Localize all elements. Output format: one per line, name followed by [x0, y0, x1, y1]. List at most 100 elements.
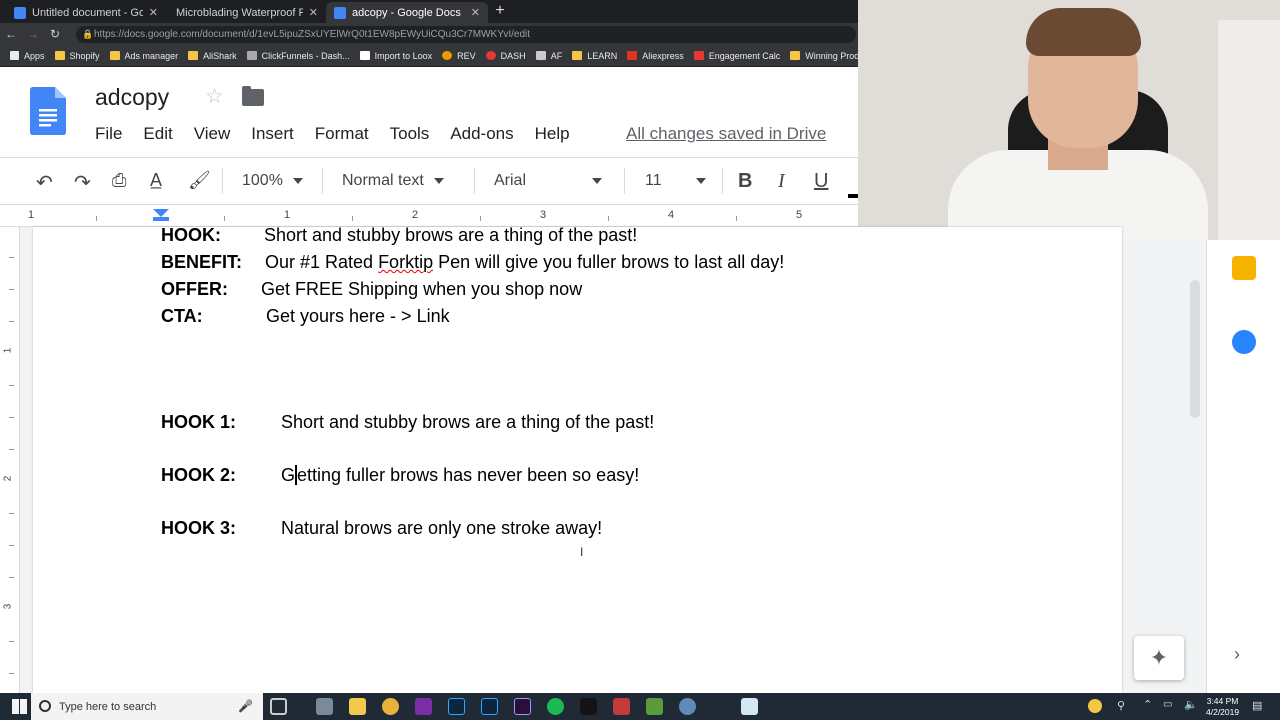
bookmark-shopify[interactable]: Shopify	[54, 51, 100, 61]
ruler-number: 3	[540, 209, 547, 221]
bookmark-ads-manager[interactable]: Ads manager	[109, 51, 178, 61]
tab-adcopy[interactable]: adcopy - Google Docs ✕	[326, 2, 488, 23]
netflix-icon[interactable]	[580, 698, 597, 715]
text-color-icon[interactable]	[848, 194, 858, 198]
paint-format-icon[interactable]: 🖌	[188, 170, 211, 191]
bold-button[interactable]: B	[738, 170, 752, 193]
app-icon[interactable]	[316, 698, 333, 715]
ruler-tick	[736, 216, 737, 221]
onenote-icon[interactable]	[415, 698, 432, 715]
document-title[interactable]: adcopy	[95, 84, 169, 111]
line-text: Short and stubby brows are a thing of th…	[264, 225, 638, 245]
tab-microblading[interactable]: Microblading Waterproof Pen - ✕	[168, 2, 326, 23]
close-icon[interactable]: ✕	[149, 6, 158, 19]
webcam-overlay	[858, 0, 1280, 240]
zoom-select[interactable]: 100%	[242, 172, 303, 190]
bookmark-dash[interactable]: DASH	[485, 51, 526, 61]
explore-star-icon: ✦	[1149, 645, 1169, 670]
tasks-check-icon[interactable]	[1232, 330, 1256, 354]
misspelled-word[interactable]: Forktip	[378, 252, 433, 272]
bookmark-aliexpress[interactable]: Aliexpress	[627, 51, 684, 61]
menu-tools[interactable]: Tools	[390, 124, 430, 144]
star-icon[interactable]: ☆	[205, 84, 224, 109]
bookmark-learn[interactable]: LEARN	[572, 51, 617, 61]
doc-line-hook-2[interactable]: HOOK 2: Getting fuller brows has never be…	[161, 465, 639, 486]
chevron-right-icon[interactable]: ›	[1234, 644, 1240, 665]
explore-button[interactable]: ✦	[1134, 636, 1184, 680]
italic-button[interactable]: I	[778, 170, 785, 193]
spotify-icon[interactable]	[547, 698, 564, 715]
ruler-tick	[9, 417, 14, 418]
chrome-icon[interactable]	[382, 698, 399, 715]
doc-line-hook[interactable]: HOOK: Short and stubby brows are a thing …	[161, 225, 637, 246]
file-explorer-icon[interactable]	[349, 698, 366, 715]
doc-line-benefit[interactable]: BENEFIT: Our #1 Rated Forktip Pen will gi…	[161, 252, 784, 273]
back-icon[interactable]: ←	[0, 27, 22, 41]
bookmark-engagement-calc[interactable]: Engagement Calc	[693, 51, 780, 61]
people-icon[interactable]: ⚲	[1117, 699, 1125, 712]
photoshop-icon[interactable]	[448, 698, 465, 715]
folder-icon[interactable]	[242, 86, 264, 106]
windows-start-icon[interactable]	[12, 699, 27, 714]
menu-view[interactable]: View	[194, 124, 231, 144]
premiere-icon[interactable]	[514, 698, 531, 715]
folder-icon	[54, 51, 65, 60]
scrollbar-thumb[interactable]	[1190, 280, 1200, 418]
ruler-tick	[352, 216, 353, 221]
lightroom-icon[interactable]	[481, 698, 498, 715]
network-icon[interactable]: ▭	[1163, 699, 1172, 710]
vertical-ruler[interactable]: 1 2 3	[0, 227, 20, 693]
close-icon[interactable]: ✕	[471, 6, 480, 19]
keep-bulb-icon[interactable]	[1232, 256, 1256, 280]
menu-edit[interactable]: Edit	[143, 124, 172, 144]
reload-icon[interactable]: ↻	[44, 27, 66, 41]
menu-insert[interactable]: Insert	[251, 124, 294, 144]
google-docs-logo-icon[interactable]	[30, 87, 66, 135]
taskbar-search[interactable]: Type here to search 🎤	[31, 693, 263, 720]
style-select[interactable]: Normal text	[342, 172, 444, 190]
spellcheck-icon[interactable]: A̲	[150, 170, 162, 191]
notifications-icon[interactable]: ▤	[1252, 699, 1262, 712]
bookmark-winning-products[interactable]: Winning Products	[790, 51, 858, 61]
menu-file[interactable]: File	[95, 124, 122, 144]
address-bar[interactable]: 🔒 https://docs.google.com/document/d/1ev…	[76, 26, 856, 43]
doc-line-hook-1[interactable]: HOOK 1: Short and stubby brows are a thin…	[161, 412, 654, 433]
menu-help[interactable]: Help	[535, 124, 570, 144]
horizontal-ruler[interactable]: 1 1 2 3 4 5	[0, 205, 858, 227]
underline-button[interactable]: U	[814, 170, 828, 193]
bookmark-alishark[interactable]: AliShark	[188, 51, 237, 61]
new-tab-button[interactable]: +	[492, 2, 508, 20]
taskbar-clock[interactable]: 3:44 PM 4/2/2019	[1206, 696, 1239, 718]
chevron-up-icon[interactable]: ⌃	[1143, 698, 1152, 711]
microphone-icon[interactable]: 🎤	[238, 699, 253, 713]
first-line-indent-icon[interactable]	[153, 217, 169, 221]
task-view-icon[interactable]	[270, 698, 287, 715]
bookmark-apps[interactable]: Apps	[10, 51, 45, 61]
save-status-link[interactable]: All changes saved in Drive	[626, 124, 826, 144]
font-select[interactable]: Arial	[494, 172, 603, 190]
font-size-select[interactable]: 11	[645, 172, 706, 190]
tray-app-icon[interactable]	[1088, 699, 1102, 713]
menu-addons[interactable]: Add-ons	[450, 124, 513, 144]
app-z-icon[interactable]	[613, 698, 630, 715]
forward-icon[interactable]: →	[22, 27, 44, 41]
bookmark-af[interactable]: AF	[535, 51, 562, 61]
doc-line-offer[interactable]: OFFER: Get FREE Shipping when you shop no…	[161, 279, 582, 300]
print-icon[interactable]: ⎙	[112, 170, 126, 191]
bookmark-rev[interactable]: REV	[442, 51, 476, 61]
line-text: Short and stubby brows are a thing of th…	[281, 412, 655, 432]
redo-icon[interactable]: ↷	[74, 170, 91, 195]
app-notify-icon[interactable]	[679, 698, 696, 715]
app-paint-icon[interactable]	[741, 698, 758, 715]
app-green-icon[interactable]	[646, 698, 663, 715]
indent-marker-icon[interactable]	[153, 209, 169, 217]
doc-line-hook-3[interactable]: HOOK 3: Natural brows are only one stroke…	[161, 518, 602, 539]
bookmark-clickfunnels[interactable]: ClickFunnels - Dash...	[246, 51, 350, 61]
volume-icon[interactable]: 🔈	[1184, 698, 1198, 711]
doc-line-cta[interactable]: CTA: Get yours here - > Link	[161, 306, 450, 327]
bookmark-import-loox[interactable]: Import to Loox	[359, 51, 432, 61]
menu-format[interactable]: Format	[315, 124, 369, 144]
close-icon[interactable]: ✕	[309, 6, 318, 19]
tab-untitled-document[interactable]: Untitled document - Google Do ✕	[6, 2, 166, 23]
undo-icon[interactable]: ↶	[36, 170, 53, 195]
